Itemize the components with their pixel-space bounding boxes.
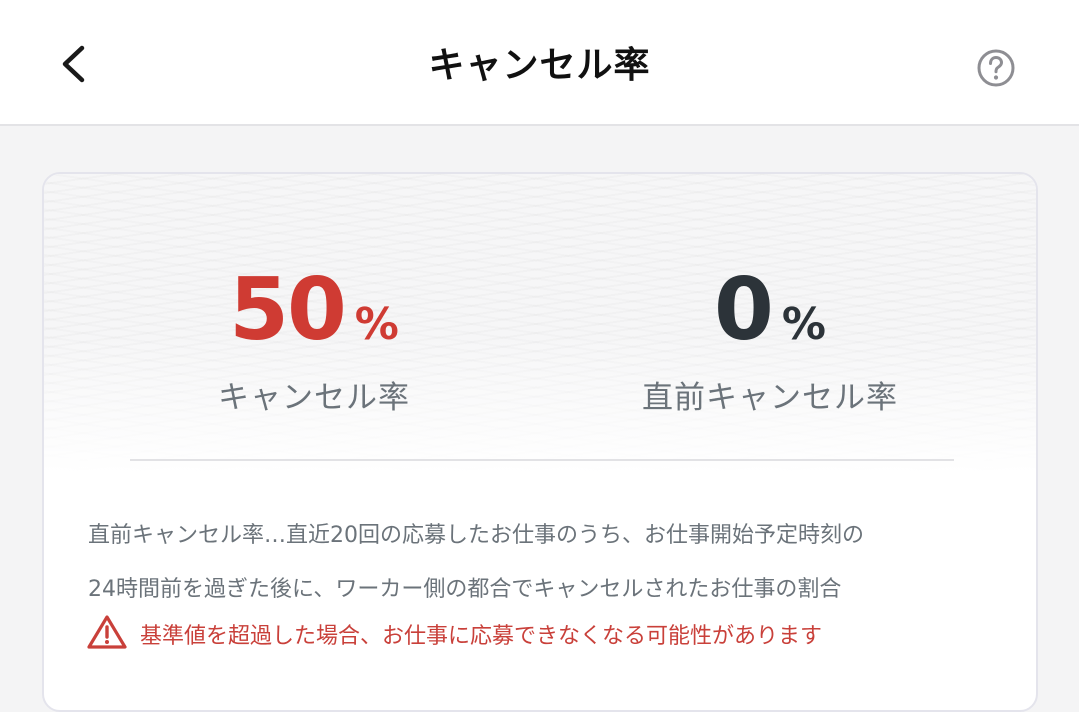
cancel-rate-card: 50% キャンセル率 0% 直前キャンセル率 直前キャンセル率…直近20回の応募… [42, 172, 1038, 712]
cancel-rate-unit: % [354, 299, 399, 350]
cancel-rate-value: 50 [229, 260, 347, 360]
last-minute-cancel-rate-value-row: 0% [540, 260, 1000, 360]
warning-triangle-icon [87, 615, 127, 649]
last-minute-cancel-rate-stat: 0% 直前キャンセル率 [540, 260, 1000, 417]
description-line-1: 直前キャンセル率…直近20回の応募したお仕事のうち、お仕事開始予定時刻の [88, 523, 864, 548]
cancel-rate-value-row: 50% [84, 260, 544, 360]
last-minute-cancel-rate-unit: % [781, 299, 826, 350]
cancel-rate-label: キャンセル率 [218, 380, 410, 416]
warning-text: 基準値を超過した場合、お仕事に応募できなくなる可能性があります [140, 624, 823, 649]
description-line-2: 24時間前を過ぎた後に、ワーカー側の都合でキャンセルされたお仕事の割合 [88, 577, 842, 602]
last-minute-cancel-rate-label: 直前キャンセル率 [642, 380, 898, 416]
cancel-rate-stat: 50% キャンセル率 [84, 260, 544, 417]
question-circle-icon [977, 49, 1015, 87]
divider [130, 459, 954, 461]
description-text: 直前キャンセル率…直近20回の応募したお仕事のうち、お仕事開始予定時刻の 24時… [88, 509, 988, 617]
help-button[interactable] [974, 46, 1018, 90]
warning-notice: 基準値を超過した場合、お仕事に応募できなくなる可能性があります [86, 612, 986, 652]
last-minute-cancel-rate-value: 0 [714, 260, 774, 360]
app-header: キャンセル率 [0, 0, 1079, 126]
page-title: キャンセル率 [428, 45, 651, 86]
